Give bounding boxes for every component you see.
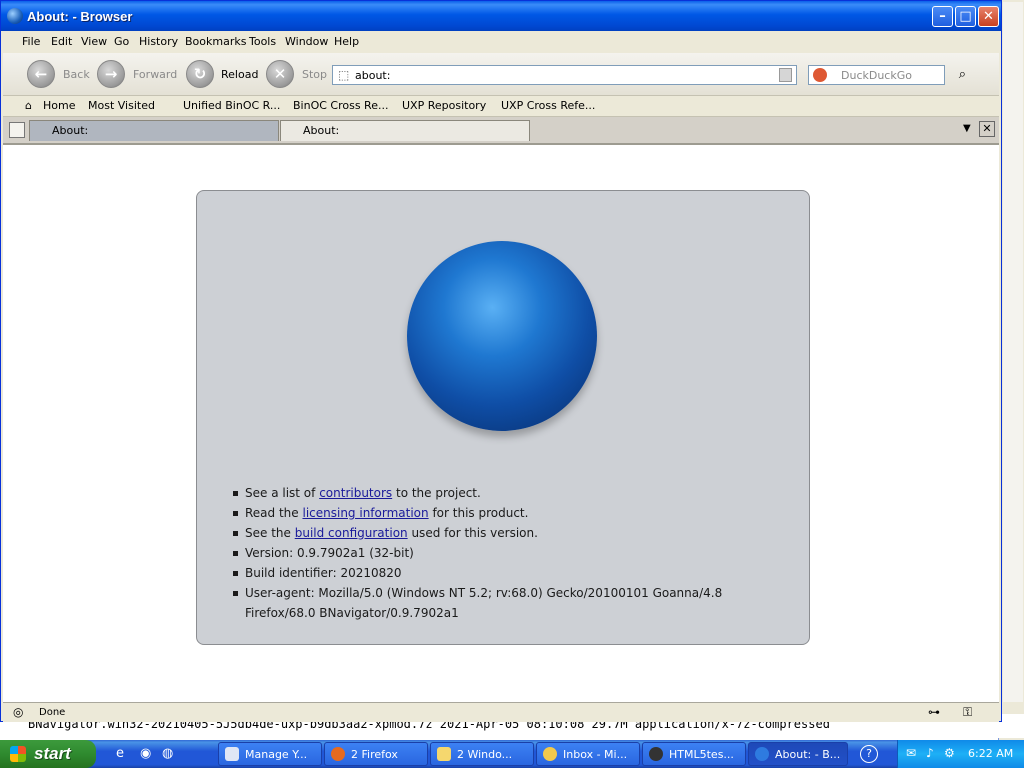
task-inbox[interactable]: Inbox - Mi...	[536, 742, 640, 766]
mail-icon	[543, 747, 557, 761]
tab-about-2[interactable]: About:	[280, 120, 530, 141]
status-bar: ◎ Done ⊶ ⚿	[3, 702, 999, 722]
contributors-item: See a list of contributors to the projec…	[233, 483, 793, 503]
build-configuration-link[interactable]: build configuration	[295, 526, 408, 540]
lock-icon: ⚿	[963, 705, 973, 719]
menu-file[interactable]: File	[22, 35, 40, 48]
search-icon[interactable]: ⌕	[959, 67, 966, 82]
menu-bar: File Edit View Go History Bookmarks Tool…	[3, 31, 999, 53]
bookmark-binoc-cross[interactable]: BinOC Cross Re...	[293, 99, 388, 112]
help-icon[interactable]: ?	[860, 745, 878, 763]
forward-label[interactable]: Forward	[133, 68, 177, 81]
close-tab-icon[interactable]: ✕	[979, 121, 995, 137]
start-button[interactable]: start	[0, 740, 96, 768]
user-agent-item: User-agent: Mozilla/5.0 (Windows NT 5.2;…	[233, 583, 793, 623]
menu-bookmarks[interactable]: Bookmarks	[185, 35, 246, 48]
menu-history[interactable]: History	[139, 35, 178, 48]
reload-label[interactable]: Reload	[221, 68, 258, 81]
bookmark-uxp-cross[interactable]: UXP Cross Refe...	[501, 99, 595, 112]
status-text: Done	[39, 707, 66, 718]
tray-icon-2[interactable]: ♪	[926, 746, 934, 760]
folder-icon	[437, 747, 451, 761]
menu-tools[interactable]: Tools	[249, 35, 276, 48]
duckduckgo-icon[interactable]	[813, 68, 827, 82]
title-bar[interactable]: About: - Browser – □ ✕	[1, 1, 1001, 31]
minimize-button[interactable]: –	[932, 6, 953, 27]
taskbar: start e ◉ ◍ Manage Y... 2 Firefox 2 Wind…	[0, 740, 1024, 768]
system-tray: ✉ ♪ ⚙ 6:22 AM	[897, 740, 1024, 768]
search-bar[interactable]: DuckDuckGo ⌕	[808, 65, 966, 85]
menu-edit[interactable]: Edit	[51, 35, 72, 48]
version-item: Version: 0.9.7902a1 (32-bit)	[233, 543, 793, 563]
firefox-icon[interactable]: ◉	[140, 746, 151, 761]
page-content: See a list of contributors to the projec…	[3, 145, 999, 702]
build-config-item: See the build configuration used for thi…	[233, 523, 793, 543]
license-item: Read the licensing information for this …	[233, 503, 793, 523]
back-label[interactable]: Back	[63, 68, 90, 81]
bookmark-unified-binoc[interactable]: Unified BinOC R...	[183, 99, 280, 112]
tab-bar: About: About: ▼ ✕	[3, 117, 999, 145]
background-scrollbar[interactable]	[1003, 2, 1023, 702]
window-icon	[225, 747, 239, 761]
menu-go[interactable]: Go	[114, 35, 129, 48]
licensing-link[interactable]: licensing information	[302, 506, 428, 520]
bookmark-home[interactable]: Home	[43, 99, 75, 112]
task-manage[interactable]: Manage Y...	[218, 742, 322, 766]
navigation-toolbar: ← Back → Forward ↻ Reload ✕ Stop ⬚ about…	[3, 53, 999, 96]
url-bar[interactable]: ⬚ about:	[332, 65, 797, 85]
stop-icon[interactable]: ✕	[266, 60, 294, 88]
reload-icon[interactable]: ↻	[186, 60, 214, 88]
about-panel: See a list of contributors to the projec…	[196, 190, 810, 645]
tray-icon-3[interactable]: ⚙	[944, 746, 955, 760]
clock: 6:22 AM	[968, 747, 1014, 760]
task-html5test[interactable]: HTML5tes...	[642, 742, 746, 766]
ie-icon[interactable]: e	[116, 746, 124, 761]
browser-globe-icon	[7, 8, 23, 24]
page-icon: ⬚	[338, 68, 350, 82]
contributors-link[interactable]: contributors	[319, 486, 392, 500]
windows-logo-icon	[10, 746, 26, 762]
forward-arrow-icon[interactable]: →	[97, 60, 125, 88]
close-button[interactable]: ✕	[978, 6, 999, 27]
tab-about-1[interactable]: About:	[29, 120, 279, 141]
task-windows-explorer[interactable]: 2 Windo...	[430, 742, 534, 766]
stop-label[interactable]: Stop	[302, 68, 327, 81]
html5-icon	[649, 747, 663, 761]
back-arrow-icon[interactable]: ←	[27, 60, 55, 88]
globe-task-icon	[755, 747, 769, 761]
browser-logo-icon	[407, 241, 597, 431]
url-text: about:	[355, 69, 391, 82]
task-firefox[interactable]: 2 Firefox	[324, 742, 428, 766]
tab-list-icon[interactable]: ▼	[963, 123, 971, 134]
menu-view[interactable]: View	[81, 35, 107, 48]
tray-icon-1[interactable]: ✉	[906, 746, 916, 760]
url-dropdown-icon[interactable]	[779, 68, 792, 82]
menu-help[interactable]: Help	[334, 35, 359, 48]
connection-icon: ◎	[13, 705, 24, 719]
firefox-task-icon	[331, 747, 345, 761]
about-info-list: See a list of contributors to the projec…	[233, 483, 793, 623]
plug-icon: ⊶	[928, 705, 940, 719]
home-icon[interactable]: ⌂	[25, 99, 32, 112]
bookmark-most-visited[interactable]: Most Visited	[88, 99, 155, 112]
menu-window[interactable]: Window	[285, 35, 328, 48]
browser-window: About: - Browser – □ ✕ File Edit View Go…	[0, 0, 1002, 722]
bookmarks-toolbar: ⌂ Home Most Visited Unified BinOC R... B…	[3, 96, 999, 117]
task-about-browser[interactable]: About: - B...	[748, 742, 848, 766]
maximize-button[interactable]: □	[955, 6, 976, 27]
build-identifier-item: Build identifier: 20210820	[233, 563, 793, 583]
new-tab-icon[interactable]	[9, 122, 25, 138]
window-title: About: - Browser	[27, 9, 133, 24]
start-label: start	[34, 744, 71, 763]
bookmark-uxp-repository[interactable]: UXP Repository	[402, 99, 486, 112]
browser-quicklaunch-icon[interactable]: ◍	[162, 746, 173, 761]
search-input[interactable]: DuckDuckGo	[841, 69, 912, 82]
